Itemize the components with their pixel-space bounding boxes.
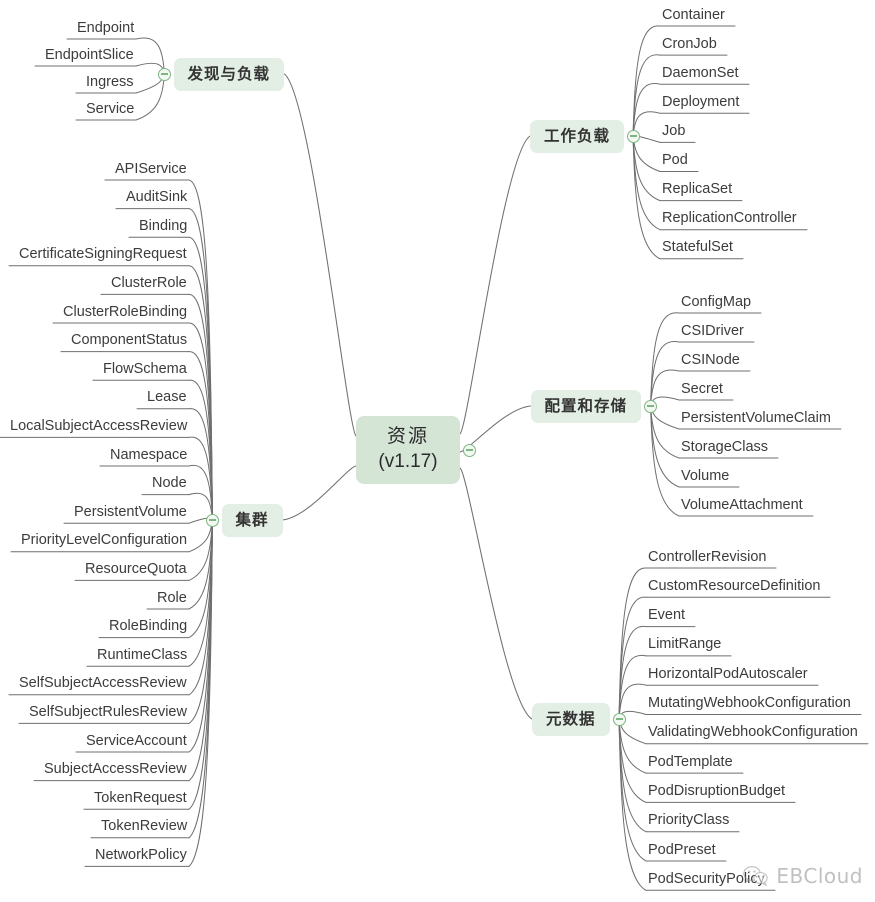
leaf-node[interactable]: CronJob	[662, 37, 717, 52]
watermark-label: EBCloud	[776, 864, 863, 888]
leaf-node[interactable]: HorizontalPodAutoscaler	[648, 667, 808, 682]
leaf-node[interactable]: LocalSubjectAccessReview	[10, 419, 187, 434]
branch-node-metadata[interactable]: 元数据	[532, 702, 610, 736]
leaf-node[interactable]: StorageClass	[681, 439, 768, 455]
leaf-node[interactable]: CertificateSigningRequest	[19, 247, 187, 262]
branch-toggle-config[interactable]	[644, 399, 657, 413]
leaf-node[interactable]: ValidatingWebhookConfiguration	[648, 725, 858, 740]
leaf-node[interactable]: PodTemplate	[648, 755, 733, 770]
leaf-node[interactable]: TokenReview	[101, 819, 187, 834]
leaf-node[interactable]: Role	[157, 590, 187, 606]
leaf-node[interactable]: Job	[662, 124, 685, 139]
leaf-node[interactable]: Deployment	[662, 95, 739, 110]
leaf-node[interactable]: SubjectAccessReview	[44, 762, 187, 777]
leaf-node[interactable]: CSIDriver	[681, 323, 744, 339]
leaf-node[interactable]: Event	[648, 608, 685, 623]
leaf-node[interactable]: RoleBinding	[109, 619, 187, 634]
branch-node-cluster[interactable]: 集群	[221, 503, 283, 537]
leaf-node[interactable]: NetworkPolicy	[95, 848, 187, 863]
leaf-node[interactable]: SelfSubjectRulesReview	[29, 705, 187, 720]
leaf-node[interactable]: TokenRequest	[94, 791, 187, 806]
leaf-node[interactable]: ReplicationController	[662, 211, 797, 226]
leaf-node[interactable]: DaemonSet	[662, 66, 739, 81]
branch-label-cluster: 集群	[235, 511, 269, 529]
branch-label-metadata: 元数据	[546, 710, 596, 728]
leaf-node[interactable]: Namespace	[110, 447, 187, 463]
leaf-node[interactable]: ResourceQuota	[85, 562, 187, 577]
leaf-node[interactable]: Volume	[681, 468, 729, 484]
leaf-node[interactable]: PodPreset	[648, 842, 716, 858]
leaf-node[interactable]: CustomResourceDefinition	[648, 579, 820, 594]
leaf-node[interactable]: APIService	[115, 161, 187, 177]
branch-label-config: 配置和存储	[544, 397, 628, 415]
branch-label-discovery: 发现与负载	[187, 65, 271, 83]
leaf-node[interactable]: ClusterRoleBinding	[63, 304, 187, 320]
leaf-node[interactable]: Service	[86, 101, 134, 117]
leaf-node[interactable]: Endpoint	[77, 20, 134, 36]
leaf-node[interactable]: ServiceAccount	[86, 733, 187, 749]
leaf-node[interactable]: Node	[152, 476, 187, 491]
leaf-node[interactable]: FlowSchema	[103, 362, 187, 377]
leaf-node[interactable]: MutatingWebhookConfiguration	[648, 696, 851, 711]
leaf-node[interactable]: ReplicaSet	[662, 182, 732, 197]
branch-node-discovery[interactable]: 发现与负载	[173, 57, 285, 91]
leaf-node[interactable]: PersistentVolumeClaim	[681, 410, 831, 426]
branch-toggle-cluster[interactable]	[206, 513, 219, 527]
leaf-node[interactable]: SelfSubjectAccessReview	[19, 676, 187, 691]
mindmap-canvas: 发现与负载 Endpoint EndpointSlice Ingress Service…	[0, 0, 875, 902]
root-label-line1: 资源	[386, 426, 429, 448]
leaf-node[interactable]: PodDisruptionBudget	[648, 784, 785, 799]
root-toggle[interactable]	[462, 443, 476, 457]
leaf-node[interactable]: PriorityClass	[648, 813, 729, 828]
leaf-node[interactable]: Binding	[139, 219, 187, 234]
leaf-node[interactable]: PriorityLevelConfiguration	[21, 533, 187, 548]
leaf-node[interactable]: ComponentStatus	[71, 333, 187, 348]
branch-toggle-discovery[interactable]	[158, 67, 171, 81]
leaf-node[interactable]: PersistentVolume	[74, 505, 187, 520]
leaf-node[interactable]: ConfigMap	[681, 294, 751, 310]
leaf-node[interactable]: EndpointSlice	[45, 47, 134, 63]
leaf-node[interactable]: Secret	[681, 381, 723, 397]
leaf-node[interactable]: VolumeAttachment	[681, 497, 803, 513]
leaf-node[interactable]: Pod	[662, 153, 688, 168]
leaf-node[interactable]: CSINode	[681, 352, 740, 368]
wechat-icon	[743, 866, 769, 887]
branch-node-config[interactable]: 配置和存储	[530, 389, 642, 423]
leaf-node[interactable]: StatefulSet	[662, 240, 733, 255]
root-node[interactable]: 资源 (v1.17)	[356, 416, 460, 484]
branch-toggle-metadata[interactable]	[612, 712, 626, 726]
watermark: EBCloud	[743, 864, 863, 888]
leaf-node[interactable]: LimitRange	[648, 637, 721, 652]
branch-toggle-workload[interactable]	[626, 129, 640, 143]
root-label-line2: (v1.17)	[378, 451, 438, 472]
leaf-node[interactable]: Container	[662, 7, 725, 23]
leaf-node[interactable]: ControllerRevision	[648, 549, 766, 565]
leaf-node[interactable]: RuntimeClass	[97, 648, 187, 663]
branch-label-workload: 工作负载	[544, 127, 611, 145]
leaf-node[interactable]: Lease	[147, 390, 187, 405]
leaf-node[interactable]: Ingress	[86, 74, 134, 90]
branch-node-workload[interactable]: 工作负载	[530, 119, 625, 153]
leaf-node[interactable]: ClusterRole	[111, 276, 187, 291]
leaf-node[interactable]: AuditSink	[126, 190, 187, 205]
